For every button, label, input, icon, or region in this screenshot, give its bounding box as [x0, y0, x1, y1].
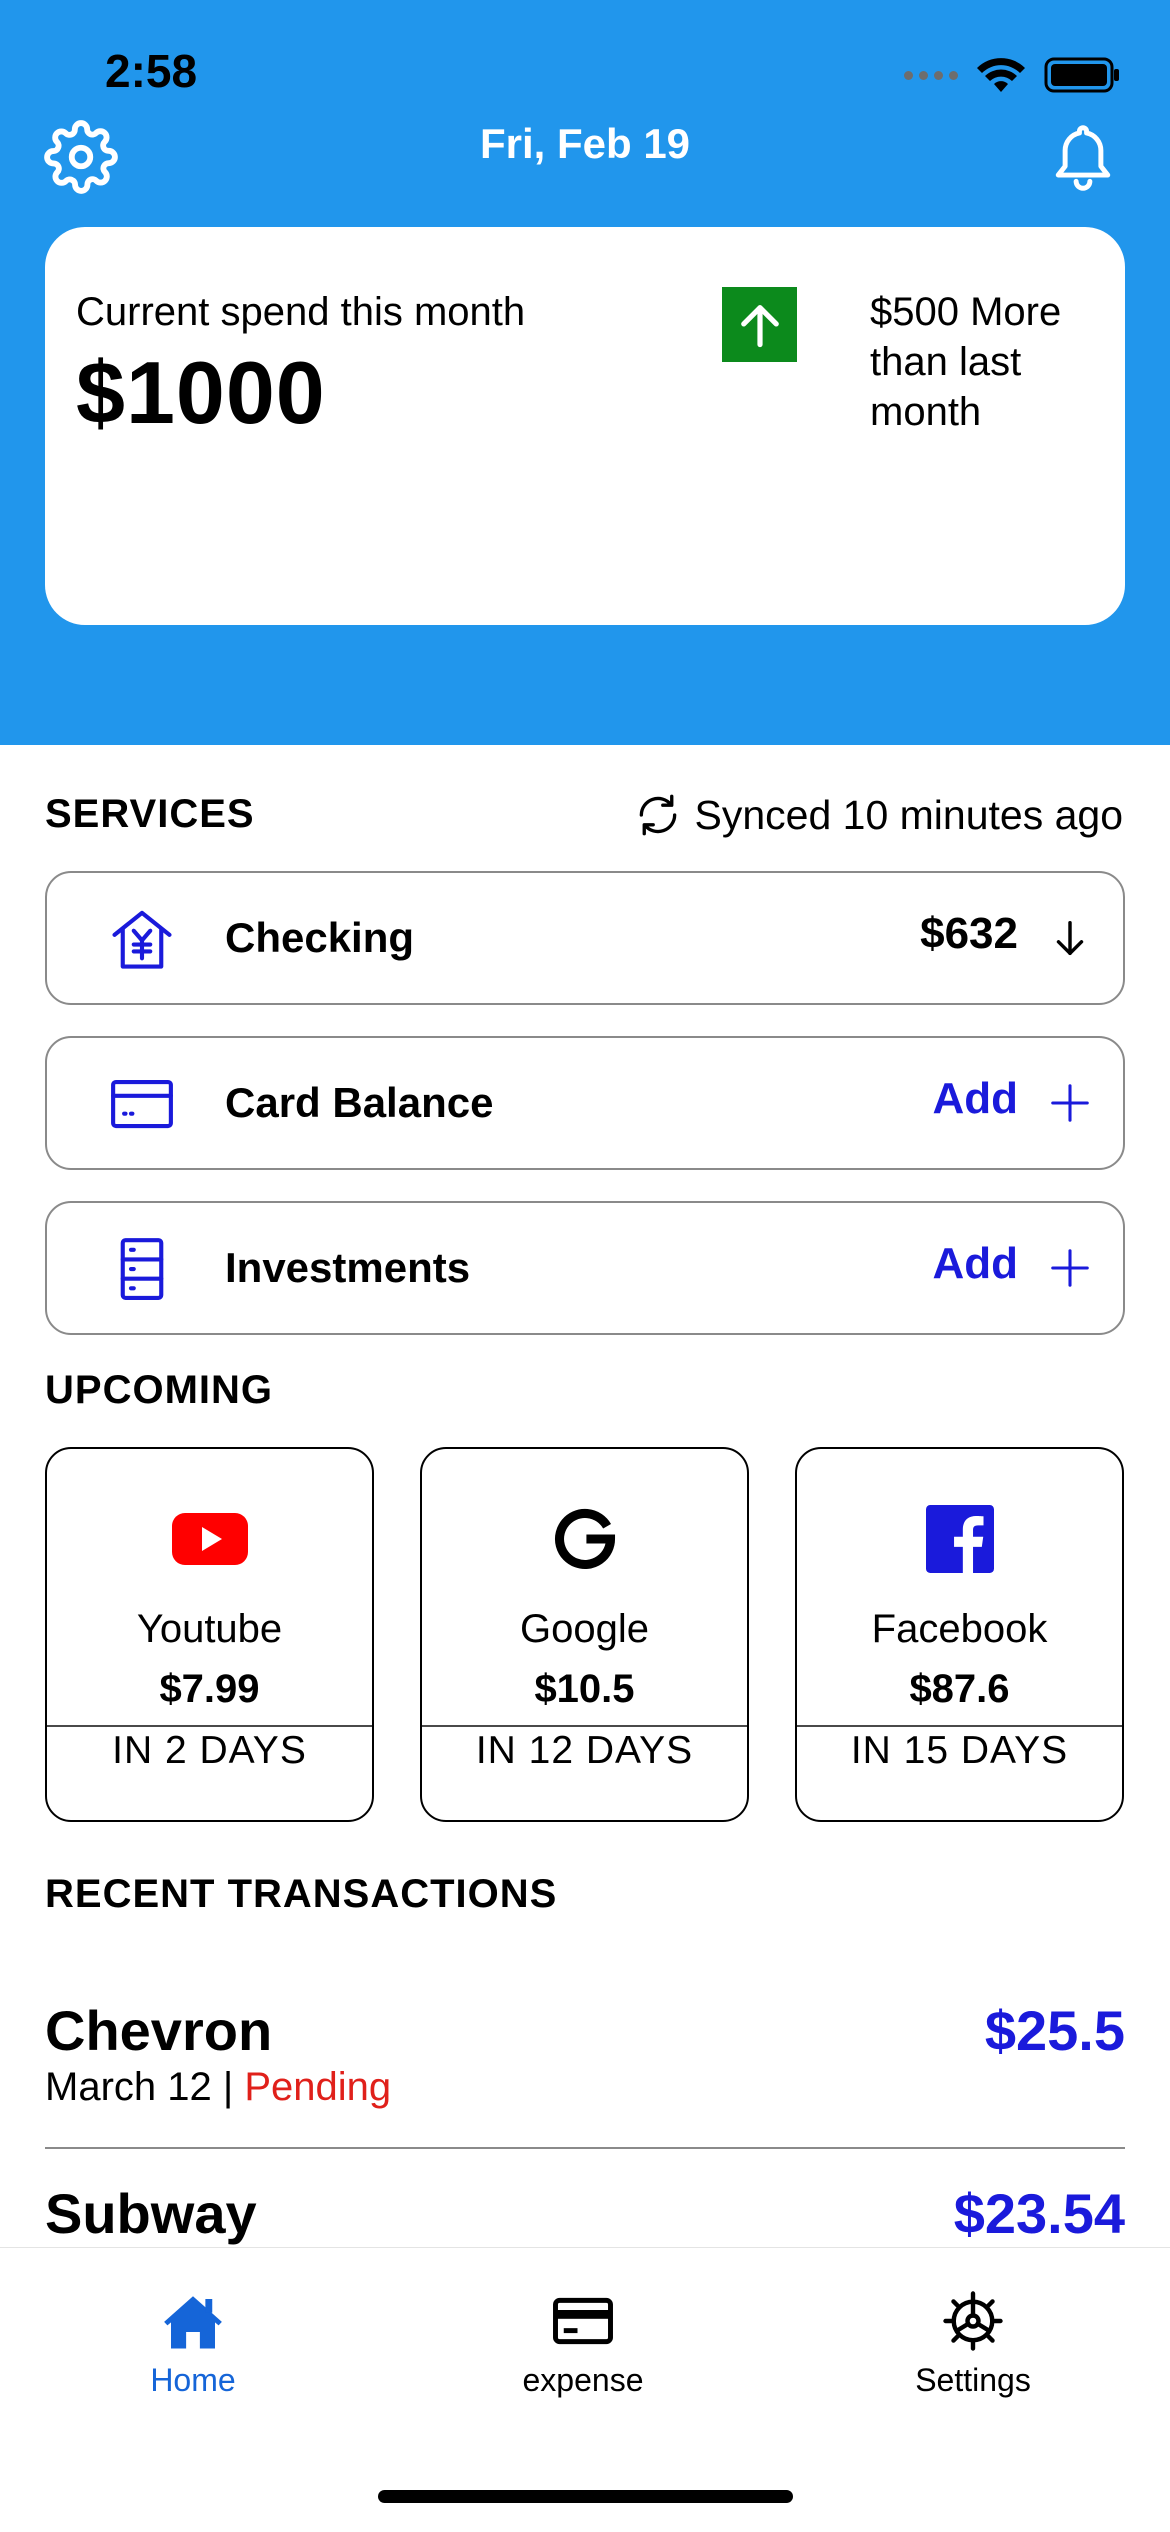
- plus-icon[interactable]: [1047, 1245, 1093, 1291]
- divider: [47, 1725, 372, 1727]
- bank-yen-icon: [112, 910, 172, 969]
- divider: [797, 1725, 1122, 1727]
- subscription-price: $7.99: [159, 1667, 260, 1711]
- subscription-name: Google: [520, 1607, 649, 1651]
- wifi-icon: [977, 58, 1025, 92]
- sync-status[interactable]: Synced 10 minutes ago: [633, 787, 1124, 843]
- spend-amount: $1000: [76, 343, 326, 442]
- google-icon: [422, 1499, 747, 1579]
- add-card-balance-link[interactable]: Add: [932, 1038, 1018, 1160]
- home-icon: [164, 2296, 222, 2349]
- service-row-card-balance[interactable]: Card Balance Add: [45, 1036, 1125, 1170]
- youtube-icon: [47, 1499, 372, 1579]
- tab-expense[interactable]: expense: [463, 2288, 703, 2399]
- upcoming-card-youtube[interactable]: Youtube $7.99 IN 2 DAYS: [45, 1447, 374, 1822]
- service-row-checking[interactable]: Checking $632: [45, 871, 1125, 1005]
- arrow-down-icon[interactable]: [1047, 915, 1093, 961]
- refresh-sync-icon: [639, 794, 676, 836]
- add-investments-link[interactable]: Add: [932, 1203, 1018, 1325]
- credit-card-icon: [553, 2297, 613, 2345]
- meta-separator: |: [211, 2065, 245, 2109]
- transaction-status: Pending: [244, 2065, 392, 2109]
- gear-icon: [943, 2291, 1003, 2351]
- spend-comparison: $500 More than last month: [870, 290, 1062, 434]
- facebook-icon: [797, 1499, 1122, 1579]
- tab-settings[interactable]: Settings: [853, 2288, 1093, 2399]
- subscription-price: $87.6: [909, 1667, 1010, 1711]
- credit-card-icon: [111, 1079, 173, 1129]
- cellular-signal-icon: [904, 70, 958, 80]
- transaction-amount: $25.5: [984, 1999, 1125, 2062]
- subscription-due: IN 12 DAYS: [475, 1729, 694, 1772]
- transaction-date: March 12: [45, 2065, 212, 2109]
- recent-transactions-title: RECENT TRANSACTIONS: [45, 1872, 558, 1916]
- service-label: Checking: [225, 914, 415, 961]
- service-label: Card Balance: [225, 1079, 494, 1126]
- battery-icon: [1044, 57, 1119, 93]
- transaction-name[interactable]: Subway: [45, 2181, 257, 2246]
- subscription-due: IN 15 DAYS: [850, 1729, 1069, 1772]
- transaction-meta: March 12 | Pending: [45, 2065, 391, 2110]
- tab-label: Settings: [915, 2362, 1031, 2398]
- subscription-name: Facebook: [871, 1607, 1048, 1651]
- divider: [45, 2147, 1125, 2149]
- plus-icon[interactable]: [1047, 1080, 1093, 1126]
- tab-label: Home: [150, 2362, 236, 2398]
- upcoming-card-google[interactable]: Google $10.5 IN 12 DAYS: [420, 1447, 749, 1822]
- monthly-spend-card[interactable]: Current spend this month $1000 $500 More…: [45, 227, 1125, 625]
- tab-label: expense: [522, 2362, 644, 2398]
- upcoming-card-facebook[interactable]: Facebook $87.6 IN 15 DAYS: [795, 1447, 1124, 1822]
- sync-status-text: Synced 10 minutes ago: [694, 791, 1124, 838]
- notification-bell-icon[interactable]: [1050, 122, 1116, 194]
- home-indicator: [378, 2490, 793, 2503]
- status-time: 2:58: [105, 45, 198, 97]
- spend-label: Current spend this month: [76, 290, 526, 334]
- transaction-name[interactable]: Chevron: [45, 1998, 272, 2063]
- transaction-amount: $23.54: [953, 2182, 1125, 2245]
- status-icons: [904, 50, 1120, 100]
- services-section-title: SERVICES: [45, 792, 255, 836]
- subscription-name: Youtube: [136, 1607, 283, 1651]
- server-stack-icon: [120, 1238, 164, 1300]
- subscription-price: $10.5: [534, 1667, 635, 1711]
- tab-home[interactable]: Home: [73, 2288, 313, 2399]
- divider: [422, 1725, 747, 1727]
- upcoming-section-title: UPCOMING: [45, 1368, 273, 1412]
- service-label: Investments: [225, 1244, 471, 1291]
- increase-arrow-icon: [722, 287, 797, 362]
- page-title-date: Fri, Feb 19: [479, 120, 691, 167]
- subscription-due: IN 2 DAYS: [112, 1729, 307, 1772]
- service-row-investments[interactable]: Investments Add: [45, 1201, 1125, 1335]
- checking-balance: $632: [920, 909, 1018, 958]
